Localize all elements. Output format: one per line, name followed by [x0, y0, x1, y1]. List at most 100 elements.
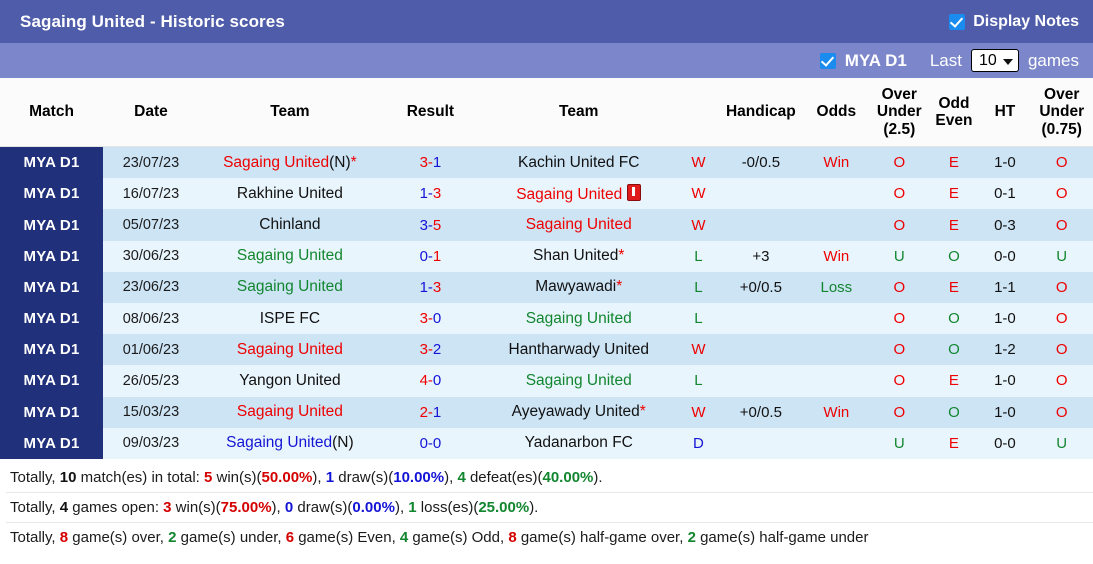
- cell-odd-even: E: [928, 146, 980, 179]
- cell-odds: [802, 178, 871, 210]
- over-under-25-value: U: [893, 434, 905, 452]
- cell-ht: 1-0: [979, 303, 1031, 335]
- score-away: 2: [432, 341, 442, 359]
- table-row[interactable]: MYA D1 23/06/23 Sagaing United 1-3 Mawyawadi…: [0, 271, 1093, 304]
- cell-odds: [802, 209, 871, 241]
- wdl-indicator: W: [691, 341, 706, 359]
- txt: game(s) Even,: [294, 529, 400, 547]
- score-away: 0: [432, 434, 442, 452]
- halftime-score: 0-0: [994, 247, 1016, 265]
- display-notes-control[interactable]: Display Notes: [949, 13, 1079, 31]
- cell-league: MYA D1: [0, 271, 104, 304]
- handicap-value: +3: [752, 247, 770, 265]
- cell-result: 3-0: [380, 303, 480, 335]
- team-name: ISPE FC: [259, 309, 321, 327]
- table-body: MYA D1 23/07/23 Sagaing United(N)* 3-1 Kachi…: [0, 146, 1093, 459]
- cell-date: 08/06/23: [103, 303, 199, 335]
- odd-even-value: O: [948, 341, 960, 359]
- score: 3-2: [420, 341, 442, 358]
- cell-handicap: +3: [719, 240, 803, 272]
- cell-over-under-075: O: [1030, 365, 1093, 397]
- cell-result: 1-3: [380, 271, 480, 304]
- cell-odd-even: E: [928, 365, 980, 397]
- cell-league: MYA D1: [0, 178, 104, 210]
- table-row[interactable]: MYA D1 08/06/23 ISPE FC 3-0 Sagaing United L O…: [0, 303, 1093, 335]
- cell-over-under-25: O: [870, 146, 929, 179]
- team-neutral-flag: (N): [329, 153, 351, 171]
- filter-bar: MYA D1 Last 10 games: [0, 43, 1093, 78]
- cell-league: MYA D1: [0, 396, 104, 428]
- over-under-25-value: O: [893, 341, 906, 359]
- team-asterisk: *: [618, 247, 625, 265]
- col-oddeven-line2: Even: [935, 112, 973, 130]
- cell-league: MYA D1: [0, 427, 104, 459]
- cell-result: 3-5: [380, 209, 480, 241]
- table-row[interactable]: MYA D1 26/05/23 Yangon United 4-0 Sagaing Un…: [0, 365, 1093, 397]
- col-ou075-line1: Over: [1044, 86, 1080, 103]
- team-name: Sagaing United: [236, 278, 343, 296]
- wdl-indicator: L: [694, 310, 703, 328]
- cell-away-team: Mawyawadi*: [479, 271, 678, 304]
- over-under-25-value: O: [893, 278, 906, 296]
- odd-even-value: E: [948, 372, 959, 390]
- cell-wdl: W: [677, 146, 720, 179]
- table-row[interactable]: MYA D1 01/06/23 Sagaing United 3-2 Hantharwa…: [0, 334, 1093, 366]
- cell-ht: 1-0: [979, 146, 1031, 179]
- cell-wdl: L: [677, 303, 720, 335]
- summary-line-overunder: Totally, 8 game(s) over, 2 game(s) under…: [6, 523, 1093, 552]
- over-under-075-value: O: [1055, 372, 1068, 390]
- score: 0-0: [420, 435, 442, 452]
- cell-result: 0-1: [380, 240, 480, 272]
- team-name: Sagaing United: [226, 434, 333, 452]
- col-odds: Odds: [802, 78, 871, 148]
- cell-odd-even: O: [928, 396, 980, 428]
- wdl-indicator: W: [691, 154, 706, 172]
- display-notes-checkbox[interactable]: [949, 13, 966, 30]
- txt: game(s) half-game under: [695, 529, 869, 547]
- txt: Totally,: [10, 529, 60, 547]
- score: 1-3: [420, 279, 442, 296]
- table-row[interactable]: MYA D1 30/06/23 Sagaing United 0-1 Shan Unit…: [0, 240, 1093, 272]
- cell-home-team: ISPE FC: [198, 303, 381, 335]
- score-away: 0: [432, 372, 442, 390]
- chevron-down-icon: [1002, 58, 1013, 65]
- score: 0-1: [420, 248, 442, 265]
- cell-odds: Loss: [802, 271, 871, 304]
- cell-over-under-25: O: [870, 209, 929, 241]
- cell-date: 16/07/23: [103, 178, 199, 210]
- score-home: 0: [419, 434, 428, 452]
- league-filter-checkbox[interactable]: [819, 52, 836, 69]
- col-ou25-line2: Under: [876, 103, 922, 121]
- cell-over-under-075: O: [1030, 396, 1093, 428]
- historic-scores-table: Match Date Team Result Team Handicap Odd…: [0, 78, 1093, 459]
- cell-over-under-075: O: [1030, 209, 1093, 241]
- halftime-score: 1-0: [994, 154, 1016, 172]
- col-handicap: Handicap: [719, 78, 803, 148]
- over-under-075-value: O: [1055, 403, 1068, 421]
- wdl-indicator: W: [691, 185, 706, 203]
- table-row[interactable]: MYA D1 09/03/23 Sagaing United(N) 0-0 Yadana…: [0, 427, 1093, 459]
- table-row[interactable]: MYA D1 16/07/23 Rakhine United 1-3 Sagaing U…: [0, 178, 1093, 210]
- txt: draw(s)(: [293, 499, 353, 516]
- score-away: 1: [432, 403, 442, 421]
- score: 3-5: [420, 217, 442, 234]
- score: 3-1: [420, 154, 442, 171]
- team-name: Sagaing United: [525, 371, 632, 389]
- halftime-score: 1-0: [994, 372, 1016, 390]
- games-count-select[interactable]: 10: [970, 49, 1019, 72]
- over-under-075-value: O: [1055, 154, 1068, 172]
- col-oddeven-line1: Odd: [938, 94, 970, 112]
- table-row[interactable]: MYA D1 05/07/23 Chinland 3-5 Sagaing United W…: [0, 209, 1093, 241]
- cell-home-team: Sagaing United: [198, 271, 381, 304]
- table-row[interactable]: MYA D1 23/07/23 Sagaing United(N)* 3-1 Kachi…: [0, 146, 1093, 179]
- cell-date: 09/03/23: [103, 427, 199, 459]
- cell-odd-even: O: [928, 334, 980, 366]
- cell-odds: [802, 303, 871, 335]
- cell-ht: 0-0: [979, 427, 1031, 459]
- wdl-indicator: L: [694, 278, 703, 296]
- table-row[interactable]: MYA D1 15/03/23 Sagaing United 2-1 Ayeyawady…: [0, 396, 1093, 428]
- score-home: 3: [419, 154, 428, 172]
- score-home: 3: [419, 341, 428, 359]
- col-over-under-075: Over Under (0.75): [1030, 78, 1093, 148]
- over-under-25-value: O: [893, 154, 906, 172]
